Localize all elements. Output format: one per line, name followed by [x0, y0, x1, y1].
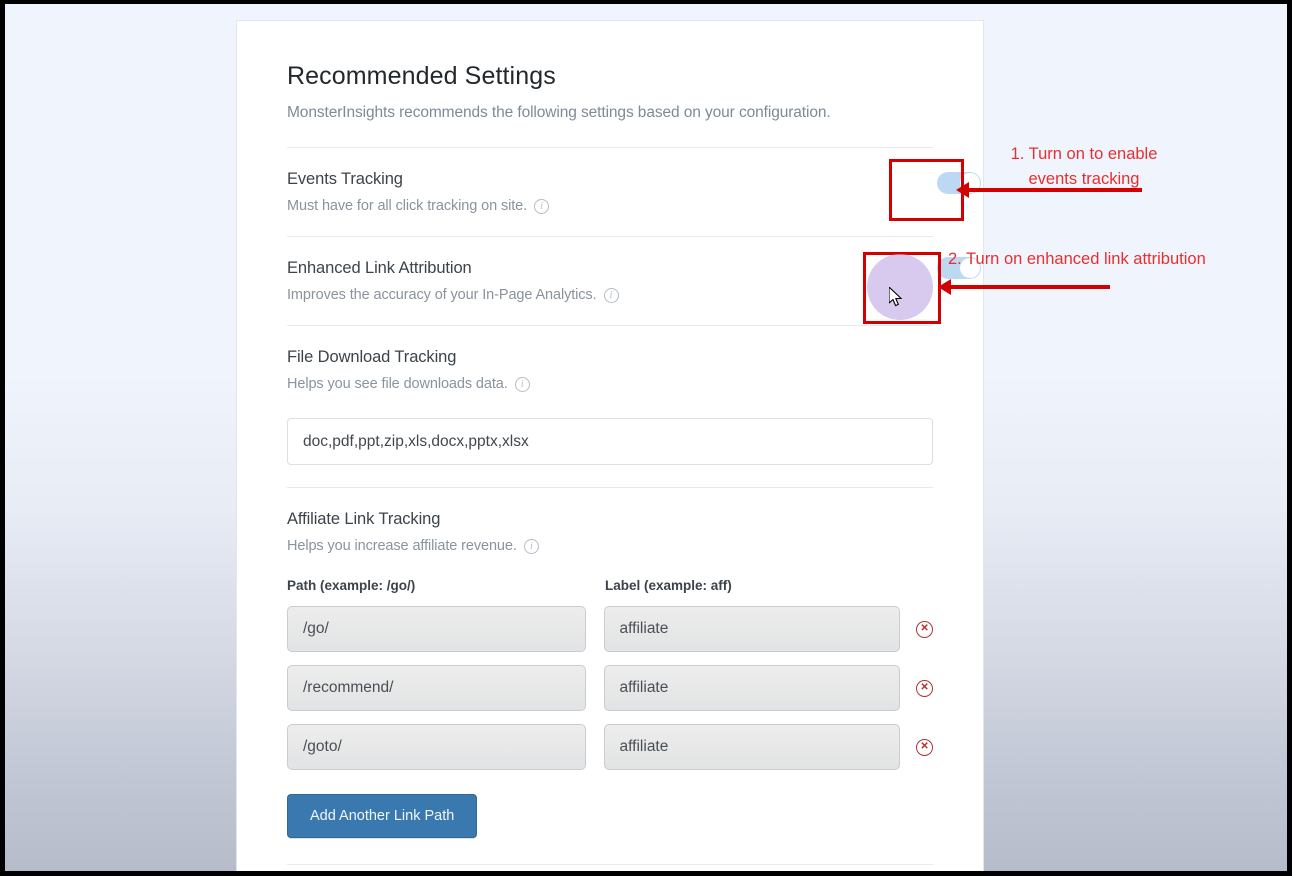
- screenshot-frame: Recommended Settings MonsterInsights rec…: [0, 0, 1292, 876]
- column-header-path: Path (example: /go/): [287, 578, 416, 594]
- info-icon[interactable]: i: [514, 376, 530, 392]
- events-tracking-description-text: Must have for all click tracking on site…: [287, 198, 528, 215]
- affiliate-path-input[interactable]: [287, 665, 586, 712]
- file-download-tracking-title: File Download Tracking: [287, 348, 457, 367]
- toggle-knob: [960, 258, 980, 279]
- recommended-settings-card: Recommended Settings MonsterInsights rec…: [236, 20, 984, 871]
- column-header-label: Label (example: aff): [605, 578, 732, 594]
- remove-circle-icon[interactable]: ✕: [916, 620, 933, 638]
- add-another-link-path-button[interactable]: Add Another Link Path: [287, 794, 478, 839]
- affiliate-path-input[interactable]: [287, 724, 586, 771]
- divider: [287, 864, 933, 866]
- toggle-knob: [960, 173, 980, 194]
- enhanced-link-attribution-title: Enhanced Link Attribution: [287, 259, 472, 278]
- table-row: ✕: [287, 724, 933, 771]
- events-tracking-toggle[interactable]: [937, 172, 981, 195]
- enhanced-link-attribution-description: Improves the accuracy of your In-Page An…: [287, 287, 933, 303]
- remove-circle-icon[interactable]: ✕: [916, 738, 933, 756]
- info-icon[interactable]: i: [603, 287, 619, 303]
- affiliate-link-tracking-description: Helps you increase affiliate revenue. i: [287, 538, 933, 554]
- affiliate-table-header: Path (example: /go/) Label (example: aff…: [287, 578, 933, 593]
- setting-row-affiliate-link-tracking: Affiliate Link Tracking Helps you increa…: [287, 488, 933, 871]
- affiliate-label-input[interactable]: [603, 606, 901, 653]
- file-download-extensions-input[interactable]: [287, 418, 933, 466]
- page-subtitle: MonsterInsights recommends the following…: [287, 104, 831, 122]
- annotation-step-1: 1. Turn on to enable events tracking: [1010, 145, 1158, 188]
- events-tracking-title: Events Tracking: [287, 170, 403, 189]
- annotation-arrow-1: [956, 182, 1142, 198]
- remove-circle-icon[interactable]: ✕: [916, 679, 933, 697]
- file-download-tracking-description: Helps you see file downloads data. i: [287, 376, 933, 392]
- affiliate-label-input[interactable]: [603, 724, 901, 771]
- table-row: ✕: [287, 665, 933, 712]
- events-tracking-description: Must have for all click tracking on site…: [287, 198, 933, 214]
- affiliate-link-tracking-title: Affiliate Link Tracking: [287, 510, 441, 529]
- page-background: Recommended Settings MonsterInsights rec…: [5, 4, 1287, 871]
- affiliate-path-input[interactable]: [287, 606, 586, 653]
- setting-row-enhanced-link-attribution: Enhanced Link Attribution Improves the a…: [287, 237, 981, 325]
- setting-row-events-tracking: Events Tracking Must have for all click …: [287, 148, 981, 236]
- table-row: ✕: [287, 606, 933, 653]
- info-icon[interactable]: i: [534, 198, 550, 214]
- page-title: Recommended Settings: [287, 62, 556, 90]
- enhanced-link-attribution-toggle[interactable]: [937, 257, 981, 280]
- enhanced-link-attribution-description-text: Improves the accuracy of your In-Page An…: [287, 287, 597, 304]
- affiliate-link-tracking-description-text: Helps you increase affiliate revenue.: [287, 538, 517, 555]
- info-icon[interactable]: i: [523, 538, 539, 554]
- setting-row-file-download-tracking: File Download Tracking Helps you see fil…: [287, 326, 933, 487]
- file-download-tracking-description-text: Helps you see file downloads data.: [287, 376, 508, 393]
- affiliate-label-input[interactable]: [603, 665, 901, 712]
- annotation-step-2: 2. Turn on enhanced link attribution: [948, 250, 1206, 268]
